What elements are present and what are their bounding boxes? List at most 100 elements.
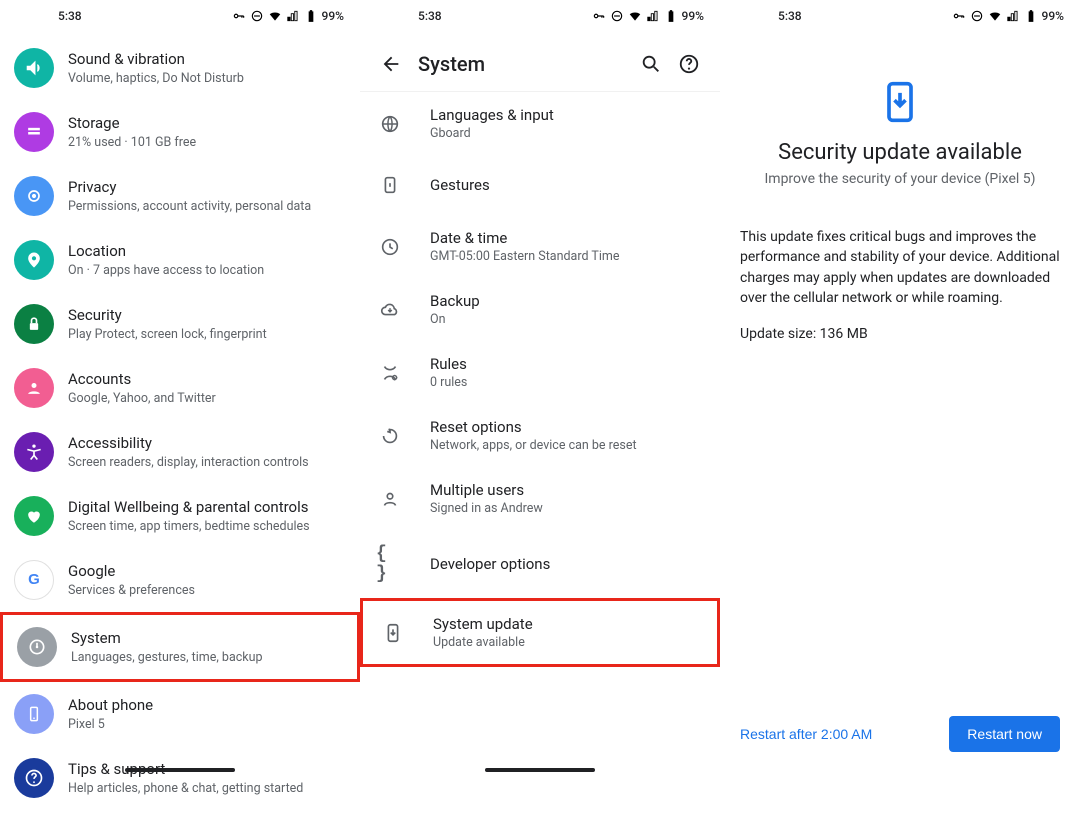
signal-icon	[286, 9, 300, 23]
back-button[interactable]	[372, 45, 410, 83]
gestures-icon	[376, 174, 404, 196]
setting-sub: Screen time, app timers, bedtime schedul…	[68, 519, 344, 535]
system-text: Developer options	[430, 555, 550, 573]
setting-text: Digital Wellbeing & parental controls Scr…	[68, 498, 344, 534]
search-button[interactable]	[632, 45, 670, 83]
restart-now-button[interactable]: Restart now	[949, 716, 1060, 752]
system-item-clock[interactable]: Date & timeGMT-05:00 Eastern Standard Ti…	[360, 215, 720, 278]
arrow-left-icon	[380, 53, 402, 75]
nav-home-pill[interactable]	[485, 768, 595, 772]
update-size: Update size: 136 MB	[740, 326, 1060, 342]
system-title: Developer options	[430, 555, 550, 573]
update-icon	[379, 622, 407, 644]
tips-icon	[14, 758, 54, 798]
system-item-gestures[interactable]: Gestures	[360, 155, 720, 215]
help-button[interactable]	[670, 45, 708, 83]
system-text: Multiple usersSigned in as Andrew	[430, 481, 543, 516]
clock-icon	[376, 236, 404, 258]
status-bar: 5:38 99%	[360, 0, 720, 32]
system-item-users[interactable]: Multiple usersSigned in as Andrew	[360, 467, 720, 530]
setting-title: Sound & vibration	[68, 50, 344, 69]
users-icon	[376, 488, 404, 510]
system-item-cloud[interactable]: BackupOn	[360, 278, 720, 341]
update-subtitle: Improve the security of your device (Pix…	[740, 171, 1060, 187]
system-text: System update Update available	[433, 615, 533, 650]
setting-sub: 21% used · 101 GB free	[68, 135, 344, 151]
system-item-braces[interactable]: { }Developer options	[360, 530, 720, 598]
storage-icon	[14, 112, 54, 152]
update-footer: Restart after 2:00 AM Restart now	[740, 702, 1060, 778]
system-text: Date & timeGMT-05:00 Eastern Standard Ti…	[430, 229, 619, 264]
setting-text: SecurityPlay Protect, screen lock, finge…	[68, 306, 344, 342]
system-header: System	[360, 36, 720, 92]
status-icons: 99%	[952, 9, 1064, 23]
setting-title: Accounts	[68, 370, 344, 389]
setting-text: Tips & supportHelp articles, phone & cha…	[68, 760, 344, 796]
battery-pct: 99%	[322, 9, 344, 23]
settings-item-about[interactable]: About phonePixel 5	[0, 682, 360, 746]
setting-sub: Help articles, phone & chat, getting sta…	[68, 781, 344, 797]
dnd-icon	[970, 9, 984, 23]
status-time: 5:38	[58, 9, 82, 23]
settings-item-privacy[interactable]: PrivacyPermissions, account activity, pe…	[0, 164, 360, 228]
phone-download-icon	[878, 80, 922, 124]
privacy-icon	[14, 176, 54, 216]
settings-item-storage[interactable]: Storage21% used · 101 GB free	[0, 100, 360, 164]
system-text: Languages & inputGboard	[430, 106, 554, 141]
globe-icon	[376, 113, 404, 135]
system-title: System update	[433, 615, 533, 633]
system-item-rules[interactable]: Rules0 rules	[360, 341, 720, 404]
battery-icon	[304, 9, 318, 23]
system-text: Reset optionsNetwork, apps, or device ca…	[430, 418, 637, 453]
volume-icon	[14, 48, 54, 88]
setting-sub: On · 7 apps have access to location	[68, 263, 344, 279]
settings-list[interactable]: Sound & vibrationVolume, haptics, Do Not…	[0, 32, 360, 814]
status-icons: 99%	[592, 9, 704, 23]
phone-settings: 5:38 99% Sound & vibrationVolume, haptic…	[0, 0, 360, 778]
setting-text: PrivacyPermissions, account activity, pe…	[68, 178, 344, 214]
setting-title: System	[71, 629, 341, 648]
update-hero: Security update available Improve the se…	[740, 80, 1060, 187]
system-sub: GMT-05:00 Eastern Standard Time	[430, 249, 619, 264]
rules-icon	[376, 362, 404, 384]
wifi-icon	[628, 9, 642, 23]
restart-after-button[interactable]: Restart after 2:00 AM	[740, 726, 872, 742]
signal-icon	[646, 9, 660, 23]
battery-icon	[664, 9, 678, 23]
update-page: Security update available Improve the se…	[720, 32, 1080, 778]
settings-item-wellbeing[interactable]: Digital Wellbeing & parental controls Scr…	[0, 484, 360, 548]
system-sub: Gboard	[430, 126, 554, 141]
status-time: 5:38	[778, 9, 802, 23]
search-icon	[640, 53, 662, 75]
settings-item-security[interactable]: SecurityPlay Protect, screen lock, finge…	[0, 292, 360, 356]
system-list[interactable]: Languages & inputGboard Gestures Date & ti…	[360, 92, 720, 667]
system-item-globe[interactable]: Languages & inputGboard	[360, 92, 720, 155]
settings-item-system[interactable]: SystemLanguages, gestures, time, backup	[0, 612, 360, 682]
settings-item-google[interactable]: GGoogleServices & preferences	[0, 548, 360, 612]
status-bar: 5:38 99%	[720, 0, 1080, 32]
setting-title: About phone	[68, 696, 344, 715]
key-icon	[232, 9, 246, 23]
system-title: Reset options	[430, 418, 637, 436]
setting-title: Digital Wellbeing & parental controls	[68, 498, 344, 517]
settings-item-volume[interactable]: Sound & vibrationVolume, haptics, Do Not…	[0, 36, 360, 100]
settings-item-accounts[interactable]: AccountsGoogle, Yahoo, and Twitter	[0, 356, 360, 420]
setting-title: Google	[68, 562, 344, 581]
help-icon	[678, 53, 700, 75]
system-sub: Signed in as Andrew	[430, 501, 543, 516]
about-icon	[14, 694, 54, 734]
setting-title: Privacy	[68, 178, 344, 197]
system-title: Backup	[430, 292, 480, 310]
system-item-update[interactable]: System update Update available	[360, 598, 720, 667]
battery-pct: 99%	[1042, 9, 1064, 23]
setting-title: Accessibility	[68, 434, 344, 453]
setting-sub: Services & preferences	[68, 583, 344, 599]
nav-home-pill[interactable]	[125, 768, 235, 772]
settings-item-tips[interactable]: Tips & supportHelp articles, phone & cha…	[0, 746, 360, 810]
system-sub: Update available	[433, 635, 533, 650]
system-item-reset[interactable]: Reset optionsNetwork, apps, or device ca…	[360, 404, 720, 467]
setting-sub: Screen readers, display, interaction con…	[68, 455, 344, 471]
system-text: BackupOn	[430, 292, 480, 327]
settings-item-accessibility[interactable]: Accessibility Screen readers, display, in…	[0, 420, 360, 484]
settings-item-location[interactable]: LocationOn · 7 apps have access to locat…	[0, 228, 360, 292]
